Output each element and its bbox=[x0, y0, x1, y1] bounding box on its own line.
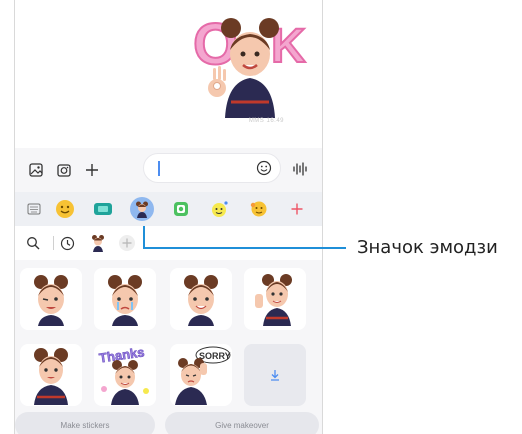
message-input[interactable] bbox=[143, 153, 281, 183]
gif-icon[interactable] bbox=[91, 197, 115, 221]
camera-icon[interactable] bbox=[53, 159, 75, 181]
sticker-tears[interactable] bbox=[94, 268, 156, 330]
add-avatar-icon[interactable] bbox=[118, 234, 136, 252]
recent-icon[interactable] bbox=[58, 234, 76, 252]
sent-ok-sticker[interactable]: O K bbox=[187, 6, 315, 118]
download-icon bbox=[271, 370, 279, 381]
avatar-sticker-icon[interactable] bbox=[247, 197, 271, 221]
emoji-icon[interactable] bbox=[53, 197, 77, 221]
sticker-grid: Thanks SORRY Make stickers Give makeover bbox=[15, 260, 322, 434]
voice-waveform-icon[interactable] bbox=[291, 160, 309, 178]
svg-text:Thanks: Thanks bbox=[98, 345, 145, 366]
make-stickers-button[interactable]: Make stickers bbox=[15, 412, 155, 434]
callout-line-horizontal bbox=[143, 247, 346, 249]
sticker-smile[interactable] bbox=[170, 268, 232, 330]
smiley-icon[interactable] bbox=[256, 160, 272, 176]
message-timestamp: MMS 16:49 bbox=[248, 118, 284, 124]
image-icon[interactable] bbox=[25, 159, 47, 181]
sticker-girl-standing[interactable] bbox=[20, 344, 82, 406]
sticker-sorry[interactable]: SORRY bbox=[170, 344, 232, 406]
sticker-thanks[interactable]: Thanks bbox=[94, 344, 156, 406]
divider bbox=[53, 236, 54, 250]
sticker-icon[interactable] bbox=[169, 197, 193, 221]
compose-bar bbox=[15, 148, 322, 192]
svg-text:SORRY: SORRY bbox=[199, 351, 231, 361]
avatar-icon[interactable] bbox=[89, 234, 107, 252]
ar-emoji-icon[interactable] bbox=[130, 197, 154, 221]
add-category-icon[interactable] bbox=[285, 197, 309, 221]
text-caret bbox=[158, 161, 160, 176]
keyboard-icon[interactable] bbox=[22, 197, 46, 221]
give-makeover-button[interactable]: Give makeover bbox=[165, 412, 319, 434]
plus-icon[interactable] bbox=[81, 159, 103, 181]
chat-area: O K MMS 16:49 bbox=[15, 0, 322, 148]
phone-screen: O K MMS 16:49 Thanks SORRY Make stickers… bbox=[14, 0, 323, 434]
callout-label: Значок эмодзи bbox=[357, 237, 498, 258]
sticker-wink[interactable] bbox=[20, 268, 82, 330]
sticker-category-bar bbox=[15, 192, 322, 226]
search-icon[interactable] bbox=[24, 234, 42, 252]
download-stickers-button[interactable] bbox=[244, 344, 306, 406]
sticker-wave[interactable] bbox=[244, 268, 306, 330]
ar-emoji-toolbar bbox=[15, 226, 322, 260]
callout-line-vertical bbox=[143, 226, 145, 248]
bitmoji-icon[interactable] bbox=[208, 197, 232, 221]
